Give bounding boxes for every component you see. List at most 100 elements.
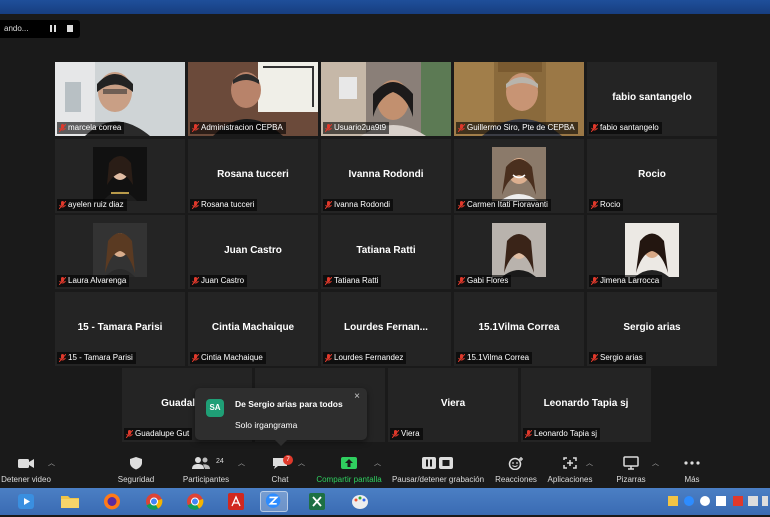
participant-name-label: Carmen Itati Fioravanti bbox=[456, 199, 551, 211]
stop-recording-icon[interactable] bbox=[67, 25, 73, 32]
participant-tile[interactable]: Rocio Rocio bbox=[587, 139, 717, 213]
participant-name-label: Gabi Flores bbox=[456, 275, 512, 287]
participant-tile[interactable]: Usuario2ua9t9 bbox=[321, 62, 451, 136]
participants-options-caret[interactable]: ︿ bbox=[238, 458, 245, 468]
participant-name-label: Jimena Larrocca bbox=[589, 275, 663, 287]
paint-icon[interactable] bbox=[346, 491, 374, 512]
muted-mic-icon bbox=[191, 123, 200, 133]
participant-tile[interactable]: Ivanna Rodondi Ivanna Rodondi bbox=[321, 139, 451, 213]
pause-stop-recording-button[interactable]: Pausar/detener grabación bbox=[388, 452, 488, 488]
whiteboard-icon bbox=[623, 456, 639, 470]
participant-name-text: Leonardo Tapia sj bbox=[534, 429, 598, 438]
participant-tile[interactable]: Carmen Itati Fioravanti bbox=[454, 139, 584, 213]
participants-count: 24 bbox=[216, 458, 224, 465]
participant-video bbox=[93, 147, 147, 201]
close-icon[interactable]: × bbox=[354, 391, 360, 402]
tray-clock-icon[interactable] bbox=[762, 496, 768, 506]
participant-tile[interactable]: fabio santangelo fabio santangelo bbox=[587, 62, 717, 136]
participant-tile[interactable]: marcela correa bbox=[55, 62, 185, 136]
participant-name-label: Viera bbox=[390, 428, 423, 440]
reactions-label: Reacciones bbox=[495, 475, 537, 484]
muted-mic-icon bbox=[457, 276, 466, 286]
participant-name-label: 15 - Tamara Parisi bbox=[57, 352, 136, 364]
acrobat-icon[interactable] bbox=[222, 491, 250, 512]
participant-video bbox=[93, 223, 147, 277]
whiteboards-options-caret[interactable]: ︿ bbox=[652, 458, 659, 468]
participant-tile[interactable]: 15.1Vilma Correa 15.1Vilma Correa bbox=[454, 292, 584, 366]
video-options-caret[interactable]: ︿ bbox=[48, 458, 55, 468]
muted-mic-icon bbox=[324, 353, 333, 363]
meeting-toolbar: Detener video ︿ Seguridad 24 Participant… bbox=[0, 452, 770, 488]
more-button[interactable]: Más bbox=[672, 452, 712, 488]
participant-tile[interactable]: ayelen ruiz diaz bbox=[55, 139, 185, 213]
participant-tile[interactable]: Tatiana Ratti Tatiana Ratti bbox=[321, 215, 451, 289]
windows-taskbar bbox=[0, 488, 770, 515]
participant-name-label: Tatiana Ratti bbox=[323, 275, 382, 287]
tray-security-icon[interactable] bbox=[733, 496, 743, 506]
participant-tile[interactable]: Leonardo Tapia sj Leonardo Tapia sj bbox=[521, 368, 651, 442]
window-title-bar bbox=[0, 0, 770, 14]
chrome-profile-icon[interactable] bbox=[181, 491, 209, 512]
participants-label: Participantes bbox=[182, 475, 230, 484]
security-label: Seguridad bbox=[117, 475, 155, 484]
participant-name-text: Carmen Itati Fioravanti bbox=[467, 200, 548, 209]
participant-display-name: Cintia Machaique bbox=[211, 322, 295, 333]
participant-name-label: Juan Castro bbox=[190, 275, 248, 287]
muted-mic-icon bbox=[457, 353, 466, 363]
participant-tile[interactable]: Lourdes Fernan... Lourdes Fernandez bbox=[321, 292, 451, 366]
apps-options-caret[interactable]: ︿ bbox=[586, 458, 593, 468]
whiteboards-button[interactable]: Pizarras bbox=[608, 452, 654, 488]
chat-label: Chat bbox=[271, 475, 289, 484]
participant-name-text: marcela correa bbox=[68, 123, 122, 132]
participants-icon bbox=[191, 457, 210, 469]
participant-tile[interactable]: Gabi Flores bbox=[454, 215, 584, 289]
chrome-icon[interactable] bbox=[140, 491, 168, 512]
whiteboards-label: Pizarras bbox=[616, 475, 646, 484]
participant-tile[interactable]: 15 - Tamara Parisi 15 - Tamara Parisi bbox=[55, 292, 185, 366]
participant-tile[interactable]: Sergio arias Sergio arias bbox=[587, 292, 717, 366]
recording-indicator[interactable]: ando... bbox=[0, 20, 80, 38]
stop-video-button[interactable]: Detener video bbox=[0, 452, 52, 488]
participant-tile[interactable]: Laura Alvarenga bbox=[55, 215, 185, 289]
reactions-button[interactable]: Reacciones bbox=[492, 452, 540, 488]
tray-volume-icon[interactable] bbox=[748, 496, 758, 506]
chat-notification[interactable]: SA De Sergio arias para todos Solo irgan… bbox=[195, 388, 367, 446]
pause-recording-icon[interactable] bbox=[50, 25, 56, 32]
excel-icon[interactable] bbox=[303, 491, 331, 512]
zoom-app-icon[interactable] bbox=[260, 491, 288, 512]
participant-tile[interactable]: Administracion CEPBA bbox=[188, 62, 318, 136]
share-screen-icon bbox=[341, 457, 357, 469]
tray-folder-icon[interactable] bbox=[668, 496, 678, 506]
participants-button[interactable]: 24 Participantes bbox=[174, 452, 238, 488]
stop-video-label: Detener video bbox=[1, 475, 51, 484]
participant-name-label: Usuario2ua9t9 bbox=[323, 122, 390, 134]
share-options-caret[interactable]: ︿ bbox=[374, 458, 381, 468]
participant-display-name: Juan Castro bbox=[224, 245, 282, 256]
file-explorer-icon[interactable] bbox=[56, 491, 84, 512]
participant-tile[interactable]: Guillermo Siro, Pte de CEPBA bbox=[454, 62, 584, 136]
tray-zoom-icon[interactable] bbox=[684, 496, 694, 506]
participant-name-label: Rocio bbox=[589, 199, 624, 211]
more-label: Más bbox=[684, 475, 700, 484]
participant-tile[interactable]: Cintia Machaique Cintia Machaique bbox=[188, 292, 318, 366]
security-button[interactable]: Seguridad bbox=[110, 452, 162, 488]
firefox-icon[interactable] bbox=[98, 491, 126, 512]
chat-options-caret[interactable]: ︿ bbox=[298, 458, 305, 468]
participant-tile[interactable]: Viera Viera bbox=[388, 368, 518, 442]
tray-network-icon[interactable] bbox=[700, 496, 710, 506]
chat-message: Solo irgangrama bbox=[235, 420, 298, 430]
muted-mic-icon bbox=[58, 276, 67, 286]
participant-name-label: Guillermo Siro, Pte de CEPBA bbox=[456, 122, 578, 134]
media-player-icon[interactable] bbox=[12, 491, 40, 512]
participant-name-text: Guillermo Siro, Pte de CEPBA bbox=[467, 123, 575, 132]
participant-name-label: Rosana tucceri bbox=[190, 199, 258, 211]
participant-tile[interactable]: Rosana tucceri Rosana tucceri bbox=[188, 139, 318, 213]
chat-button[interactable]: 7 Chat bbox=[260, 452, 300, 488]
muted-mic-icon bbox=[524, 429, 533, 439]
muted-mic-icon bbox=[324, 123, 333, 133]
participant-tile[interactable]: Jimena Larrocca bbox=[587, 215, 717, 289]
participant-tile[interactable]: Juan Castro Juan Castro bbox=[188, 215, 318, 289]
participant-display-name: Tatiana Ratti bbox=[356, 245, 416, 256]
participant-name-text: Lourdes Fernandez bbox=[334, 353, 404, 362]
tray-display-icon[interactable] bbox=[716, 496, 726, 506]
